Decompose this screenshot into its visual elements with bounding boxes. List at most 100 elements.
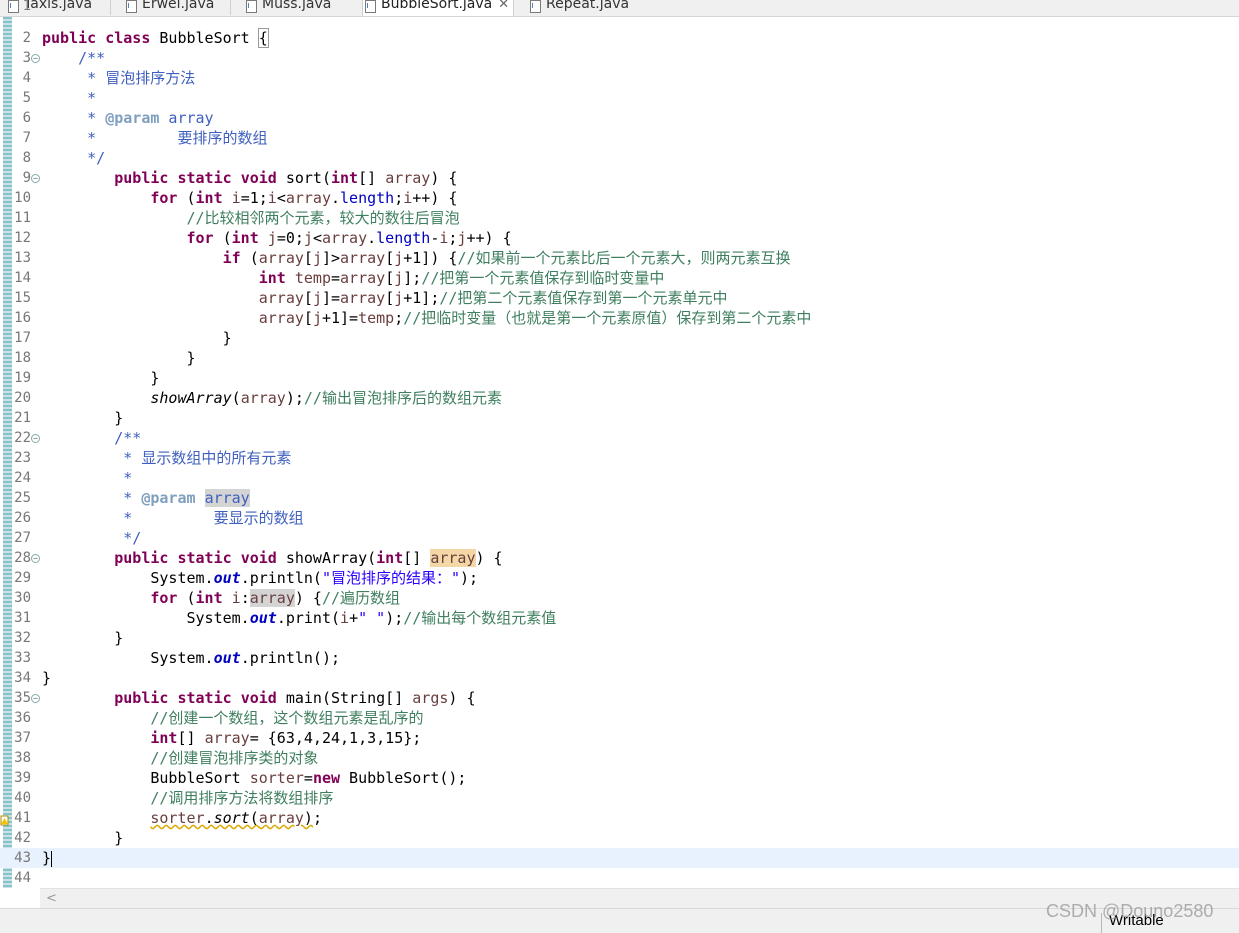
code-line[interactable]: 14 int temp=array[j];//把第一个元素值保存到临时变量中 [0, 268, 1239, 288]
code-line[interactable]: 3− /** [0, 48, 1239, 68]
collapse-icon[interactable]: − [31, 54, 40, 63]
code-text: * @param array [42, 108, 214, 128]
collapse-icon[interactable]: − [31, 554, 40, 563]
warning-icon[interactable] [0, 811, 9, 826]
code-line[interactable]: 43} [0, 848, 1239, 868]
code-line[interactable]: 20 showArray(array);//输出冒泡排序后的数组元素 [0, 388, 1239, 408]
code-line[interactable]: 22− /** [0, 428, 1239, 448]
code-line[interactable]: 28− public static void showArray(int[] a… [0, 548, 1239, 568]
code-token: out [249, 609, 277, 627]
code-line[interactable]: 36 //创建一个数组，这个数组元素是乱序的 [0, 708, 1239, 728]
code-line[interactable]: 26 * 要显示的数组 [0, 508, 1239, 528]
code-line[interactable]: 30 for (int i:array) {//遍历数组 [0, 588, 1239, 608]
code-line[interactable]: 25 * @param array [0, 488, 1239, 508]
code-text: /** [42, 428, 141, 448]
line-number: 43 [14, 850, 31, 866]
code-line[interactable]: 29 System.out.println("冒泡排序的结果："); [0, 568, 1239, 588]
code-token: int [258, 269, 286, 287]
code-token: i [403, 189, 413, 207]
code-line[interactable]: 21 } [0, 408, 1239, 428]
code-line[interactable]: 32 } [0, 628, 1239, 648]
code-token: { [257, 28, 269, 48]
code-text: //创建一个数组，这个数组元素是乱序的 [42, 708, 423, 728]
code-token: array [159, 109, 214, 127]
line-number: 29 [14, 570, 31, 586]
collapse-icon[interactable]: − [31, 174, 40, 183]
collapse-icon[interactable]: − [31, 434, 40, 443]
code-line[interactable]: 37 int[] array= {63,4,24,1,3,15}; [0, 728, 1239, 748]
collapse-icon[interactable]: − [31, 694, 40, 703]
code-token: new [312, 769, 341, 787]
code-line[interactable]: 18 } [0, 348, 1239, 368]
code-token: j [303, 229, 313, 247]
code-line[interactable]: 10 for (int i=1;i<array.length;i++) { [0, 188, 1239, 208]
line-number: 38 [14, 750, 31, 766]
scroll-left-icon[interactable]: < [46, 889, 57, 908]
code-line[interactable]: 17 } [0, 328, 1239, 348]
code-text: /** [42, 48, 105, 68]
code-line[interactable]: 8 */ [0, 148, 1239, 168]
code-text: public class BubbleSort { [42, 28, 269, 48]
code-line[interactable]: 31 System.out.print(i+" ");//输出每个数组元素值 [0, 608, 1239, 628]
code-token: +1]; [403, 289, 440, 307]
code-line[interactable]: 2 public class BubbleSort { [0, 28, 1239, 48]
code-token: < [276, 189, 286, 207]
code-line[interactable]: 1 [0, 0, 1239, 16]
code-line[interactable]: 41 sorter.sort(array); [0, 808, 1239, 828]
code-line[interactable]: 27 */ [0, 528, 1239, 548]
line-number: 2 [22, 30, 31, 46]
code-line[interactable]: 38 //创建冒泡排序类的对象 [0, 748, 1239, 768]
code-line[interactable]: 13 if (array[j]>array[j+1]) {//如果前一个元素比后… [0, 248, 1239, 268]
line-number: 13 [14, 250, 31, 266]
code-token: * 冒泡排序方法 [87, 69, 196, 87]
code-line[interactable]: 15 array[j]=array[j+1];//把第二个元素值保存到第一个元素… [0, 288, 1239, 308]
code-line[interactable]: 35− public static void main(String[] arg… [0, 688, 1239, 708]
code-line[interactable]: 9− public static void sort(int[] array) … [0, 168, 1239, 188]
code-text: public static void showArray(int[] array… [42, 548, 503, 568]
code-line[interactable]: 39 BubbleSort sorter=new BubbleSort(); [0, 768, 1239, 788]
code-line[interactable]: 34} [0, 668, 1239, 688]
line-number: 19 [14, 370, 31, 386]
code-line[interactable]: 4 * 冒泡排序方法 [0, 68, 1239, 88]
code-text: int temp=array[j];//把第一个元素值保存到临时变量中 [42, 268, 665, 288]
code-line[interactable]: 6 * @param array [0, 108, 1239, 128]
code-token: array [204, 729, 250, 747]
code-line[interactable]: 16 array[j+1]=temp;//把临时变量（也就是第一个元素原值）保存… [0, 308, 1239, 328]
code-line[interactable]: 42 } [0, 828, 1239, 848]
line-number: 34 [14, 670, 31, 686]
code-line[interactable]: 5 * [0, 88, 1239, 108]
code-line[interactable]: 19 } [0, 368, 1239, 388]
code-token: System. [42, 649, 214, 667]
line-number: 44 [14, 870, 31, 886]
code-line[interactable]: 33 System.out.println(); [0, 648, 1239, 668]
code-line[interactable]: 23 * 显示数组中的所有元素 [0, 448, 1239, 468]
code-token: */ [123, 529, 142, 547]
code-token: ( [240, 249, 259, 267]
line-number: 31 [14, 610, 31, 626]
code-token: int [231, 229, 259, 247]
code-line[interactable]: 7 * 要排序的数组 [0, 128, 1239, 148]
line-number: 3 [22, 50, 31, 66]
code-line[interactable]: 12 for (int j=0;j<array.length-i;j++) { [0, 228, 1239, 248]
line-number: 39 [14, 770, 31, 786]
code-token: void [240, 169, 277, 187]
code-token: //把临时变量（也就是第一个元素原值）保存到第二个元素中 [403, 309, 812, 327]
code-token: i [340, 609, 350, 627]
code-token: .print( [276, 609, 341, 627]
code-token: for [150, 589, 178, 607]
code-token: ]; [403, 269, 422, 287]
code-token: array [258, 809, 304, 827]
code-token: showArray( [276, 549, 377, 567]
code-token: : [240, 589, 250, 607]
code-token: public [42, 29, 97, 47]
code-line[interactable]: 24 * [0, 468, 1239, 488]
code-token: @param [105, 109, 160, 127]
code-line[interactable]: 40 //调用排序方法将数组排序 [0, 788, 1239, 808]
code-line[interactable]: 11 //比较相邻两个元素，较大的数往后冒泡 [0, 208, 1239, 228]
code-line[interactable]: 44 [0, 868, 1239, 888]
code-token: out [213, 569, 241, 587]
